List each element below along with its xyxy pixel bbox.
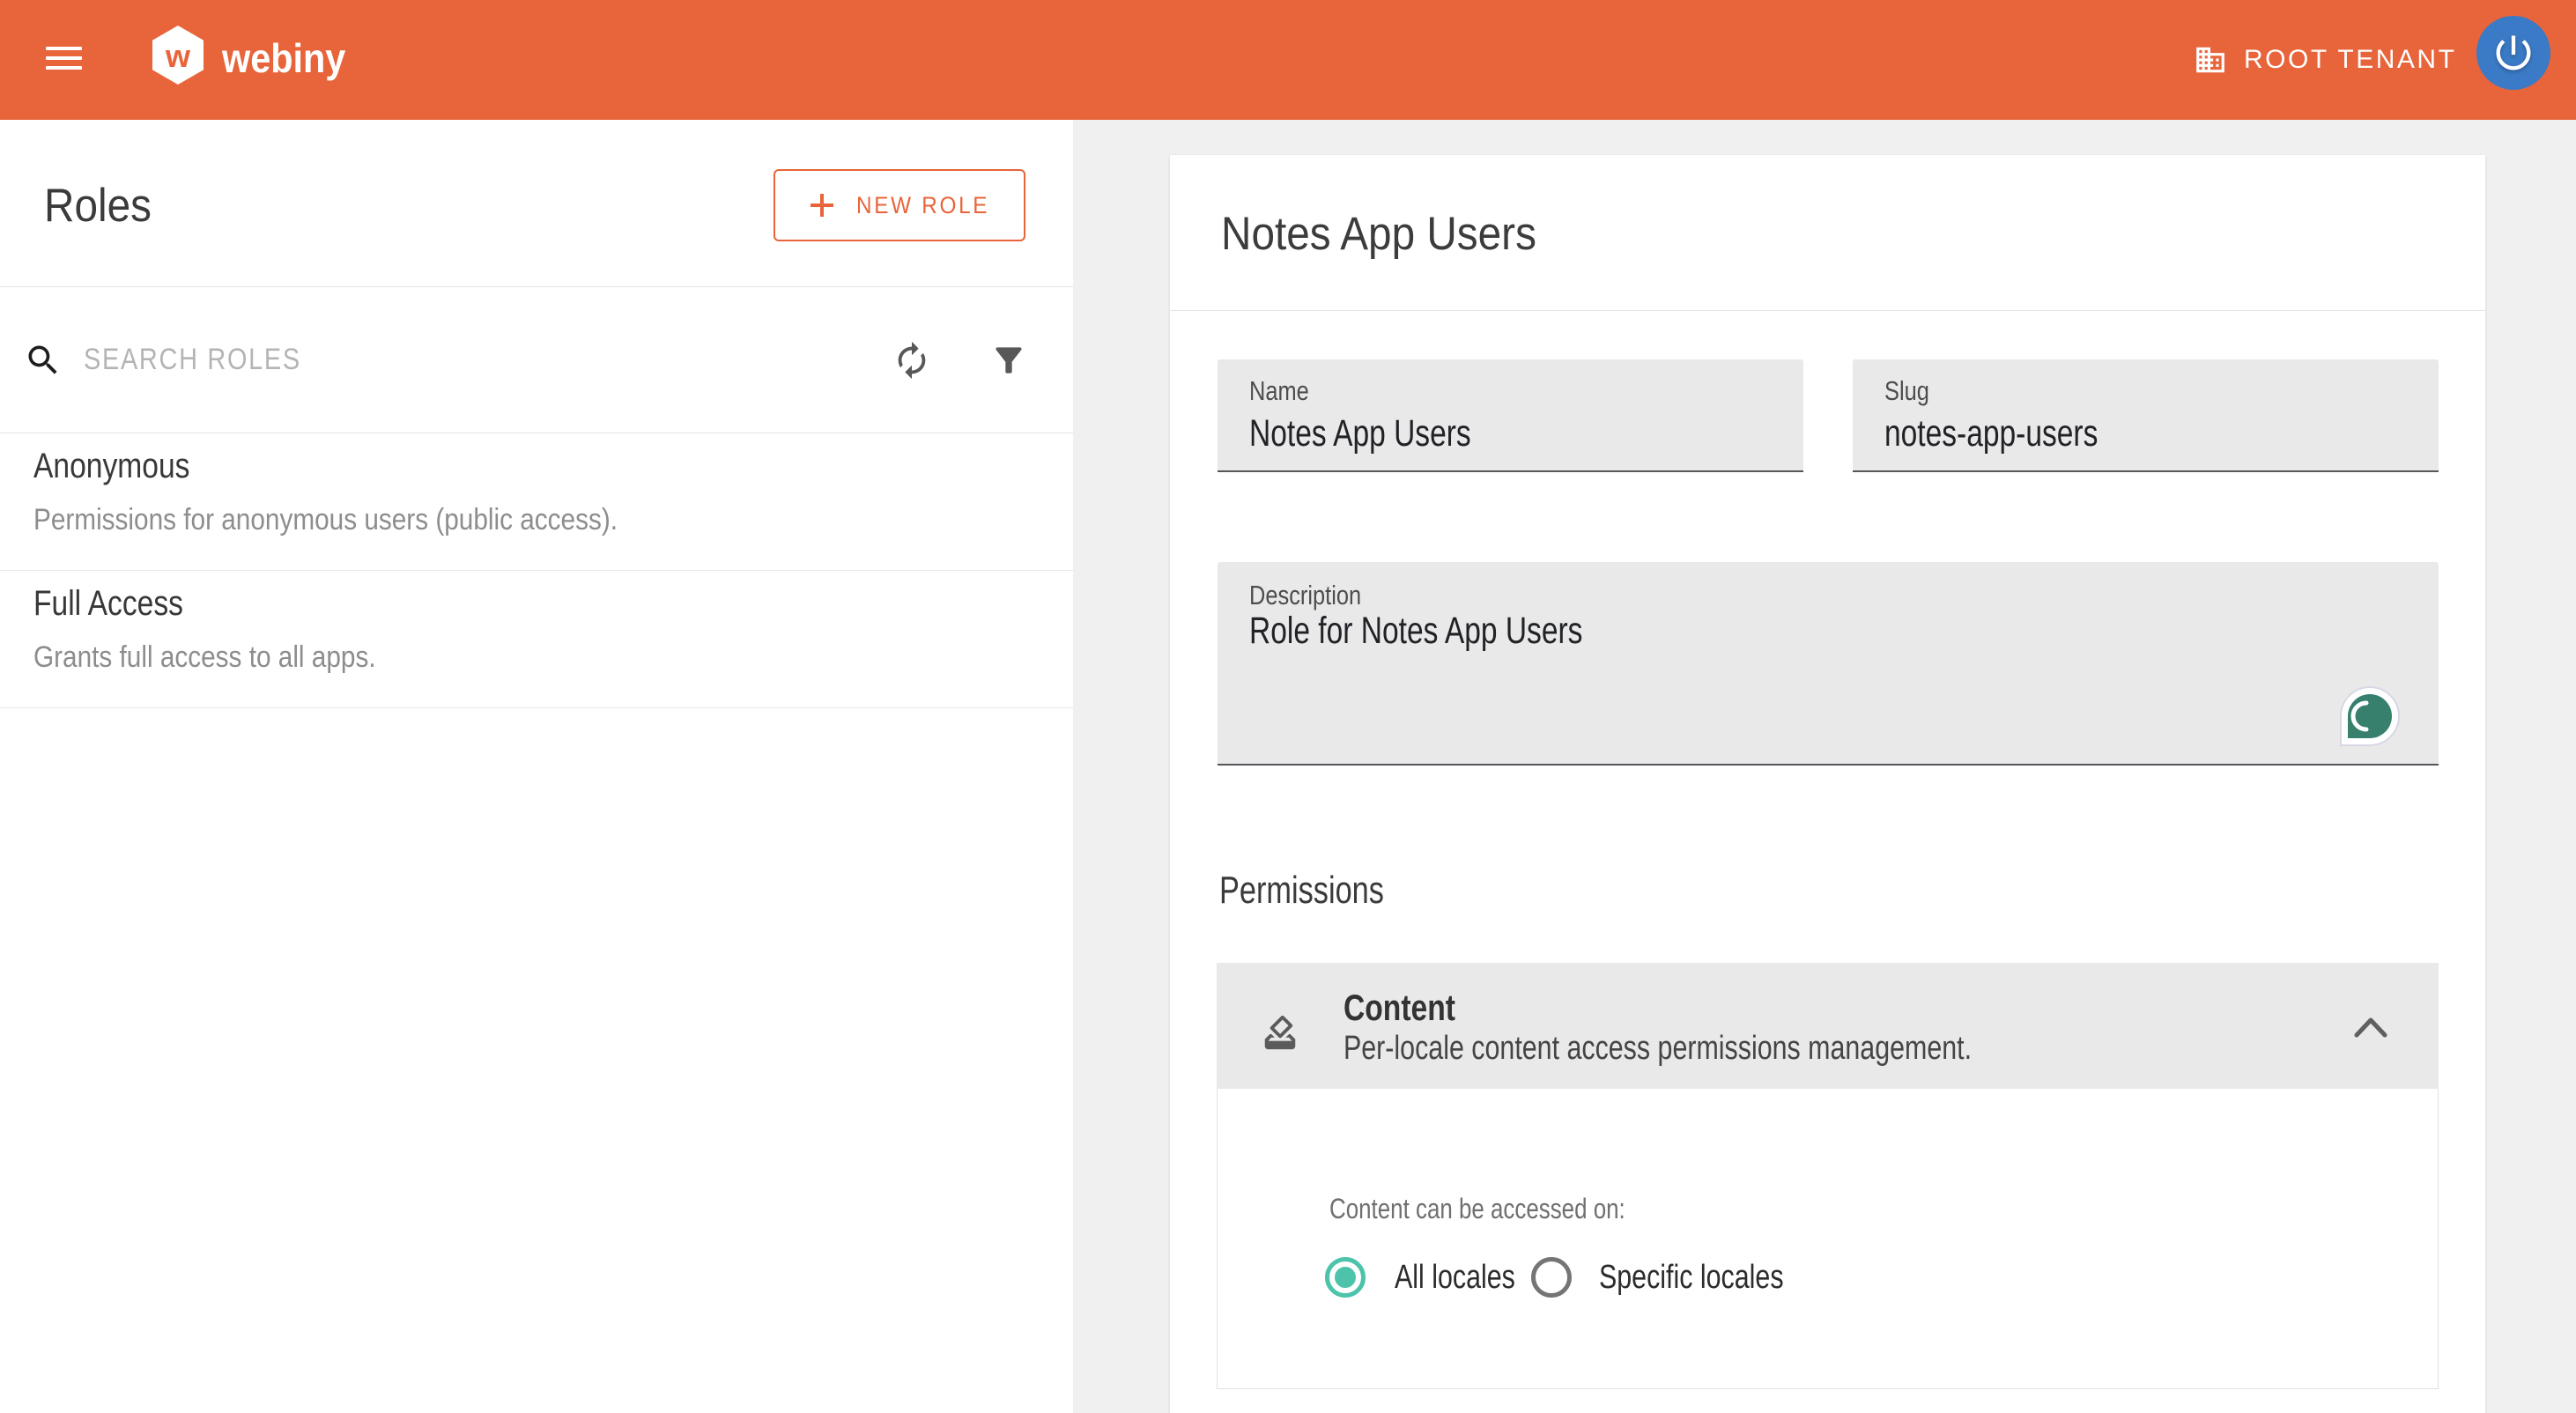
webiny-wordmark: webiny <box>222 34 345 82</box>
name-field: Name <box>1218 359 1803 472</box>
search-icon <box>24 341 63 380</box>
description-field-label: Description <box>1249 579 1361 611</box>
role-item-title: Full Access <box>33 583 183 624</box>
role-detail-area: Notes App Users Name Slug Description Ro… <box>1073 120 2576 1413</box>
page-title: Roles <box>44 180 152 233</box>
new-role-button-label: NEW ROLE <box>856 192 989 219</box>
tenant-selector[interactable]: ROOT TENANT <box>2194 39 2456 81</box>
roles-panel-header: Roles NEW ROLE <box>0 120 1073 287</box>
app-bar: w webiny ROOT TENANT <box>0 0 2576 120</box>
building-icon <box>2194 43 2227 77</box>
search-input[interactable] <box>84 343 770 377</box>
role-detail-title: Notes App Users <box>1221 208 1536 261</box>
role-detail-header: Notes App Users <box>1170 155 2485 311</box>
new-role-button[interactable]: NEW ROLE <box>774 169 1025 241</box>
description-input[interactable]: Role for Notes App Users <box>1249 608 2152 749</box>
webiny-logo[interactable]: w webiny <box>152 26 381 87</box>
search-bar <box>0 287 1073 433</box>
chat-widget-spinner-icon <box>2348 694 2392 738</box>
refresh-icon[interactable] <box>892 340 932 381</box>
app-root: w webiny ROOT TENANT Roles NEW ROL <box>0 0 2576 1413</box>
content-accordion-header[interactable]: Content Per-locale content access permis… <box>1217 963 2439 1089</box>
webiny-hexagon-icon: w <box>152 26 204 85</box>
chevron-up-icon[interactable] <box>2353 1016 2388 1039</box>
hamburger-menu-icon[interactable] <box>46 47 82 70</box>
radio-specific-locales[interactable] <box>1531 1257 1572 1298</box>
role-list-item-anonymous[interactable]: Anonymous Permissions for anonymous user… <box>0 433 1073 571</box>
permissions-heading: Permissions <box>1219 869 1384 913</box>
svg-text:w: w <box>165 38 191 74</box>
description-field: Description Role for Notes App Users <box>1218 562 2439 766</box>
slug-field: Slug <box>1853 359 2439 472</box>
filter-icon[interactable] <box>989 341 1028 380</box>
role-list-item-full-access[interactable]: Full Access Grants full access to all ap… <box>0 571 1073 708</box>
plus-icon <box>811 194 833 217</box>
tenant-label: ROOT TENANT <box>2244 45 2456 75</box>
slug-field-label: Slug <box>1884 374 1929 407</box>
name-input[interactable] <box>1249 411 1657 456</box>
role-item-description: Permissions for anonymous users (public … <box>33 500 618 539</box>
access-scope-label: Content can be accessed on: <box>1329 1192 1625 1225</box>
content-accordion-body: Content can be accessed on: All locales … <box>1217 1089 2439 1389</box>
power-icon <box>2491 30 2536 76</box>
content-accordion-subtitle: Per-locale content access permissions ma… <box>1344 1029 1972 1068</box>
role-item-description: Grants full access to all apps. <box>33 638 376 677</box>
chat-widget-button[interactable] <box>2340 686 2400 746</box>
radio-specific-locales-label: Specific locales <box>1599 1257 1784 1298</box>
name-field-label: Name <box>1249 374 1309 407</box>
content-permission-icon <box>1260 1012 1300 1053</box>
roles-panel: Roles NEW ROLE Anonymous <box>0 120 1073 1413</box>
role-item-title: Anonymous <box>33 446 189 486</box>
user-avatar[interactable] <box>2476 16 2550 90</box>
roles-list: Anonymous Permissions for anonymous user… <box>0 433 1073 708</box>
content-accordion-title: Content <box>1344 987 1455 1029</box>
role-detail-card: Notes App Users Name Slug Description Ro… <box>1170 155 2485 1413</box>
slug-input[interactable] <box>1884 411 2292 456</box>
radio-all-locales-label: All locales <box>1395 1257 1515 1298</box>
radio-all-locales[interactable] <box>1325 1257 1366 1298</box>
